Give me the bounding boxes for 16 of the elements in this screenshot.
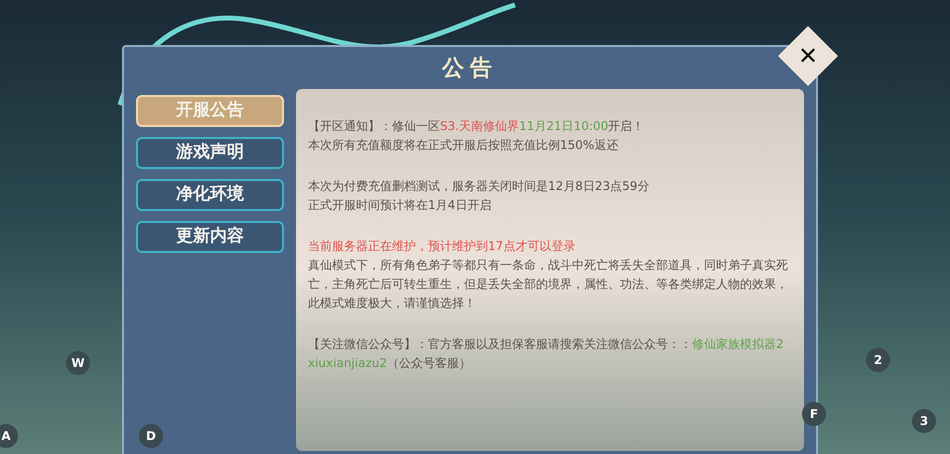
tab[interactable]: 净化环境 xyxy=(136,179,284,211)
notice-text: 正式开服时间预计将在1月4日开启 xyxy=(308,197,492,214)
tab[interactable]: 更新内容 xyxy=(136,221,284,253)
key-hint-badge: A xyxy=(0,424,18,448)
key-hint-badge: F xyxy=(802,402,826,426)
tab[interactable]: 游戏声明 xyxy=(136,137,284,169)
notice-text: 【开区通知】：修仙一区S3.天南修仙界11月21日10:00开启！ xyxy=(308,118,646,135)
dialog-title: 公告 xyxy=(442,54,498,82)
notice-text: 当前服务器正在维护，预计维护到17点才可以登录 xyxy=(308,238,576,255)
notice-text: 【关注微信公众号】：官方客服以及担保客服请搜索关注微信公众号：：修仙家族模拟器2 xiuxianjiazu2（公众号客服） xyxy=(308,336,785,372)
notice-text: 真仙模式下，所有角色弟子等都只有一条命，战斗中死亡将丢失全部道具，同时弟子真实死亡，主角死亡后可转生重生，但是丢失全部的境界，属性、功法、等各类绑定人物的效果，此模式难度极大，请谨慎选择！ xyxy=(308,257,789,312)
notice-text: 本次为付费充值删档测试，服务器关闭时间是12月8日23点59分 xyxy=(308,178,650,195)
key-hint-badge: 3 xyxy=(912,409,936,433)
notice-text: 本次所有充值额度将在正式开服后按照充值比例150%返还 xyxy=(308,137,620,154)
key-hint-badge: W xyxy=(66,351,90,375)
key-hint-badge: 2 xyxy=(866,348,890,372)
